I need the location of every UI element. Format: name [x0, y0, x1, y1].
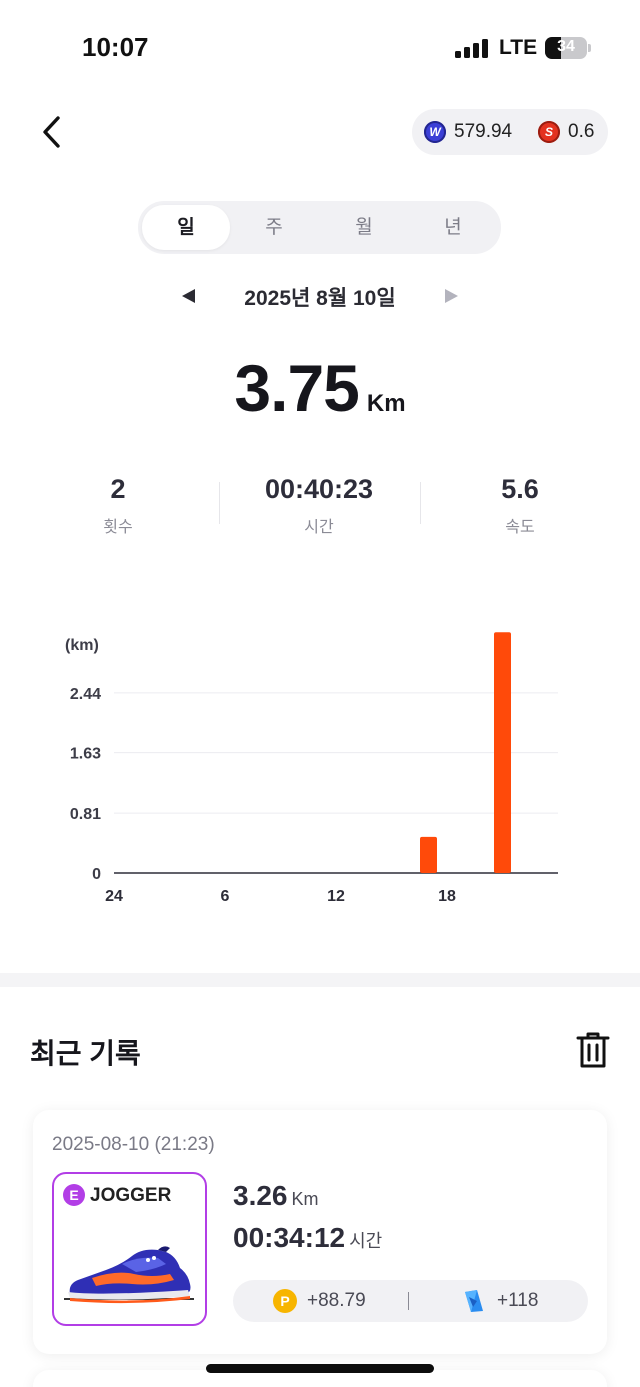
next-date-button[interactable] — [434, 282, 470, 310]
map-tile-icon — [465, 1290, 483, 1312]
period-tabs: 일 주 월 년 — [138, 201, 501, 254]
recent-records-title: 최근 기록 — [30, 1038, 141, 1069]
w-coin-balance: 579.94 — [454, 121, 513, 142]
y-tick-label: 1.63 — [70, 746, 101, 763]
tab-month[interactable]: 월 — [320, 205, 408, 250]
x-tick-label: 18 — [438, 888, 456, 905]
x-tick-label: 24 — [105, 888, 123, 905]
y-axis-unit-label: (km) — [65, 637, 99, 654]
x-tick-label: 6 — [221, 888, 230, 905]
battery-level: 34 — [557, 38, 575, 55]
rewards-pill: P +88.79 +118 — [233, 1280, 588, 1322]
s-coin-icon: S — [538, 121, 560, 143]
grade-badge: E — [63, 1184, 85, 1206]
stat-speed-value: 5.6 — [501, 474, 539, 504]
back-button[interactable] — [36, 112, 72, 152]
record-duration-value: 00:34:12 — [233, 1222, 346, 1253]
stat-time: 00:40:23 시간 — [229, 474, 409, 537]
y-tick-label: 2.44 — [70, 686, 101, 703]
x-tick-label: 12 — [327, 888, 345, 905]
record-distance-value: 3.26 — [233, 1180, 288, 1211]
stat-speed-label: 속도 — [505, 519, 535, 536]
record-card[interactable]: 2025-08-10 (21:23) E JOGGER 3.26 Km 00:34… — [33, 1110, 607, 1354]
distance-unit: Km — [366, 390, 406, 417]
reward-divider — [408, 1292, 409, 1310]
tab-day[interactable]: 일 — [142, 205, 230, 250]
record-distance-unit: Km — [291, 1189, 319, 1209]
stat-time-label: 시간 — [304, 519, 334, 536]
section-divider — [0, 973, 640, 987]
trash-icon — [576, 1032, 610, 1068]
signal-strength-icon — [455, 38, 489, 58]
w-coin-icon: W — [424, 121, 446, 143]
stat-divider — [219, 482, 220, 524]
battery-icon: 34 — [545, 37, 587, 59]
stat-count: 2 횟수 — [28, 474, 208, 537]
record-duration-unit: 시간 — [349, 1231, 383, 1251]
status-time: 10:07 — [82, 32, 149, 62]
chevron-left-icon — [43, 116, 60, 148]
battery-cap — [588, 44, 591, 52]
stat-divider — [420, 482, 421, 524]
balance-pill[interactable]: W 579.94 S 0.6 — [412, 109, 608, 155]
stat-time-value: 00:40:23 — [264, 474, 374, 504]
running-shoe-image — [64, 1246, 194, 1304]
network-type: LTE — [499, 36, 538, 59]
y-tick-label: 0 — [92, 866, 101, 883]
status-bar: 10:07 LTE 34 — [0, 0, 640, 90]
total-distance: 3.75 Km — [0, 350, 640, 426]
date-label: 2025년 8월 10일 — [244, 287, 396, 310]
tab-week[interactable]: 주 — [230, 205, 318, 250]
record-duration: 00:34:12 시간 — [233, 1222, 382, 1254]
tab-year[interactable]: 년 — [409, 205, 497, 250]
shoe-card[interactable]: E JOGGER — [52, 1172, 207, 1326]
record-datetime: 2025-08-10 (21:23) — [52, 1134, 215, 1155]
delete-button[interactable] — [574, 1030, 612, 1070]
s-coin-balance: 0.6 — [568, 121, 595, 142]
y-tick-label: 0.81 — [70, 806, 101, 823]
chart-bar — [494, 632, 511, 873]
chart-bar — [420, 836, 437, 873]
stat-count-value: 2 — [110, 474, 126, 504]
home-indicator — [206, 1364, 434, 1373]
point-coin-icon: P — [273, 1289, 297, 1313]
record-distance: 3.26 Km — [233, 1180, 319, 1212]
points-reward: +88.79 — [307, 1290, 366, 1311]
stat-count-label: 횟수 — [103, 519, 133, 536]
map-reward: +118 — [497, 1290, 539, 1311]
stat-speed: 5.6 속도 — [430, 474, 610, 537]
triangle-right-icon — [445, 289, 458, 303]
daily-distance-chart: (km) 0 0.81 1.63 2.44 24 6 12 18 — [65, 632, 558, 905]
shoe-type: JOGGER — [90, 1185, 172, 1206]
distance-value: 3.75 — [234, 351, 359, 425]
